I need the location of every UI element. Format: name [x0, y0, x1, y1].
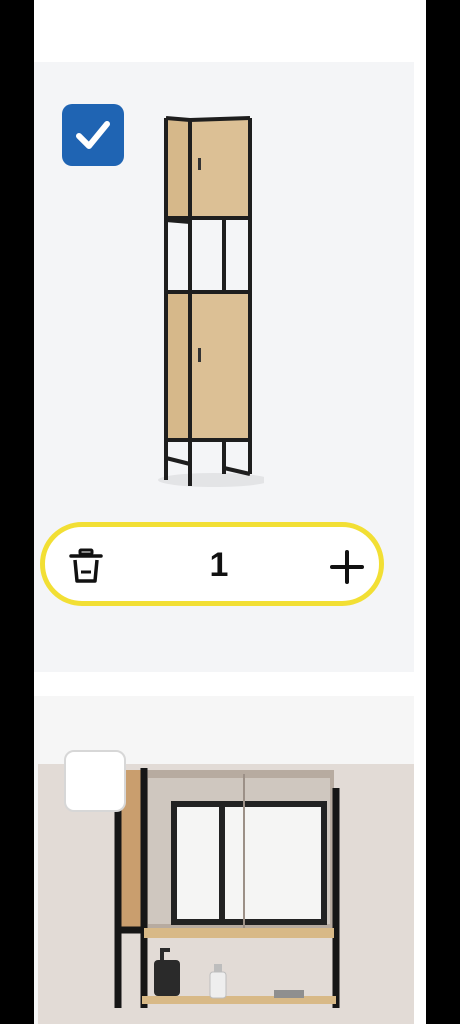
- screen: 1: [0, 0, 460, 1024]
- cart-item: [34, 696, 414, 1024]
- checkmark-icon: [76, 121, 110, 149]
- item-select-checkbox[interactable]: [62, 104, 124, 166]
- cart-item: 1: [34, 62, 414, 672]
- item-select-checkbox[interactable]: [64, 750, 126, 812]
- plus-icon[interactable]: [327, 547, 367, 587]
- cart-list: 1: [34, 0, 426, 1024]
- quantity-value: 1: [209, 546, 229, 584]
- product-image[interactable]: [154, 112, 264, 492]
- trash-icon[interactable]: [67, 547, 105, 585]
- quantity-stepper: 1: [40, 522, 384, 606]
